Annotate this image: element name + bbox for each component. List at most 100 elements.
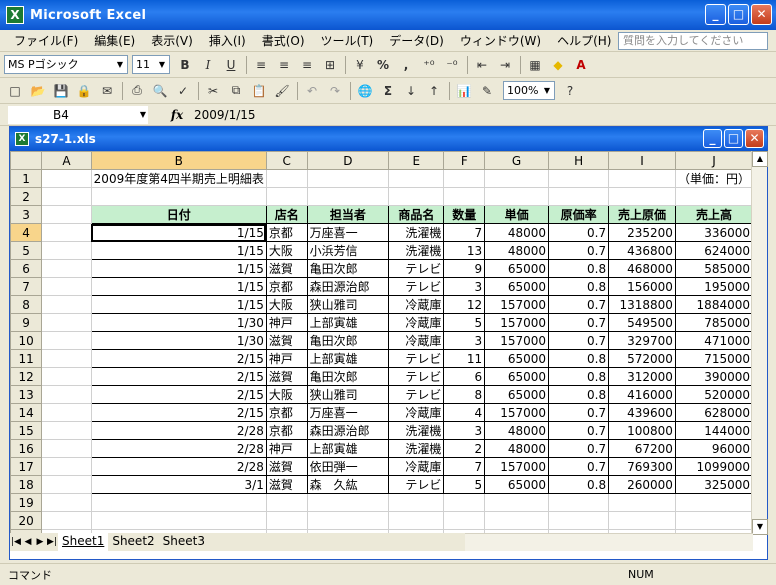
cell[interactable] <box>548 169 610 188</box>
font-color-icon[interactable]: A <box>570 54 592 76</box>
align-right-icon[interactable]: ≡ <box>296 54 318 76</box>
cell[interactable]: 2/15 <box>90 349 267 368</box>
row-header[interactable]: 17 <box>10 457 43 476</box>
cell[interactable]: テレビ <box>388 475 445 494</box>
row-header[interactable]: 20 <box>10 511 43 530</box>
cell[interactable]: 6 <box>443 367 486 386</box>
cell[interactable]: 京都 <box>265 403 308 422</box>
cell[interactable]: 森 久紘 <box>306 475 390 494</box>
cell[interactable]: 0.7 <box>548 241 610 260</box>
cell[interactable] <box>41 421 92 440</box>
column-header[interactable]: J <box>674 151 753 170</box>
row-header[interactable]: 5 <box>10 241 43 260</box>
cell[interactable] <box>41 313 92 332</box>
cell[interactable] <box>265 169 308 188</box>
cell[interactable]: 100800 <box>608 421 676 440</box>
cell[interactable]: 狭山雅司 <box>306 295 390 314</box>
menu-edit[interactable]: 編集(E) <box>86 31 143 51</box>
cell[interactable]: 0.7 <box>548 403 610 422</box>
cell[interactable]: 数量 <box>443 205 486 224</box>
cell[interactable] <box>41 259 92 278</box>
help-search-input[interactable]: 質問を入力してください <box>618 32 768 50</box>
cell[interactable] <box>41 403 92 422</box>
close-button[interactable]: ✕ <box>751 4 772 25</box>
cell[interactable]: 1/30 <box>90 331 267 350</box>
cell[interactable]: 157000 <box>484 313 550 332</box>
cell[interactable]: 上部寅雄 <box>306 313 390 332</box>
cell[interactable]: 48000 <box>484 421 550 440</box>
cell[interactable] <box>41 331 92 350</box>
cell[interactable] <box>306 493 390 512</box>
minimize-button[interactable]: _ <box>703 129 722 148</box>
cell[interactable]: 森田源治郎 <box>306 421 390 440</box>
sheet-tab-3[interactable]: Sheet3 <box>159 533 209 551</box>
cell[interactable]: 3 <box>443 421 486 440</box>
copy-icon[interactable]: ⧉ <box>225 80 247 102</box>
cell[interactable]: 0.8 <box>548 259 610 278</box>
increase-indent-icon[interactable]: ⇥ <box>494 54 516 76</box>
excel-icon[interactable]: X <box>6 6 24 24</box>
cell[interactable]: 2/15 <box>90 385 267 404</box>
cell[interactable]: 7 <box>443 457 486 476</box>
cell[interactable]: 1318800 <box>608 295 676 314</box>
scroll-down-icon[interactable]: ▼ <box>752 519 768 535</box>
cell[interactable]: 12 <box>443 295 486 314</box>
row-header[interactable]: 4 <box>10 223 43 242</box>
minimize-button[interactable]: _ <box>705 4 726 25</box>
autosum-button[interactable]: Σ <box>377 80 399 102</box>
cell[interactable]: 京都 <box>265 223 308 242</box>
cell[interactable]: 1/15 <box>90 295 267 314</box>
email-icon[interactable]: ✉ <box>96 80 118 102</box>
maximize-button[interactable]: □ <box>724 129 743 148</box>
hyperlink-icon[interactable]: 🌐 <box>354 80 376 102</box>
cell[interactable] <box>484 187 550 206</box>
column-header[interactable]: E <box>388 151 445 170</box>
row-header[interactable]: 11 <box>10 349 43 368</box>
drawing-icon[interactable]: ✎ <box>476 80 498 102</box>
cell[interactable]: 0.7 <box>548 439 610 458</box>
cell[interactable]: 1/15 <box>90 241 267 260</box>
cell[interactable]: 157000 <box>484 457 550 476</box>
permission-icon[interactable]: 🔒 <box>73 80 95 102</box>
cell[interactable]: 65000 <box>484 475 550 494</box>
cell[interactable]: 0.7 <box>548 331 610 350</box>
cell[interactable]: 万座喜一 <box>306 223 390 242</box>
row-header[interactable]: 9 <box>10 313 43 332</box>
row-header[interactable]: 10 <box>10 331 43 350</box>
undo-icon[interactable]: ↶ <box>301 80 323 102</box>
row-header[interactable]: 3 <box>10 205 43 224</box>
cell[interactable]: 京都 <box>265 277 308 296</box>
open-icon[interactable]: 📂 <box>27 80 49 102</box>
decrease-decimal-icon[interactable]: ⁻⁰ <box>441 54 463 76</box>
cell[interactable]: 0.8 <box>548 475 610 494</box>
cell[interactable] <box>90 187 267 206</box>
cell[interactable]: 5 <box>443 475 486 494</box>
scroll-up-icon[interactable]: ▲ <box>752 151 768 167</box>
cell[interactable]: 0.8 <box>548 367 610 386</box>
cell[interactable]: 森田源治郎 <box>306 277 390 296</box>
help-icon[interactable]: ? <box>559 80 581 102</box>
borders-icon[interactable]: ▦ <box>524 54 546 76</box>
cell[interactable]: 336000 <box>674 223 753 242</box>
cell[interactable]: 2 <box>443 439 486 458</box>
cell[interactable]: 滋賀 <box>265 475 308 494</box>
cell[interactable] <box>484 511 550 530</box>
cell[interactable]: 715000 <box>674 349 753 368</box>
cell[interactable]: 471000 <box>674 331 753 350</box>
align-center-icon[interactable]: ≡ <box>273 54 295 76</box>
menu-help[interactable]: ヘルプ(H) <box>549 31 619 51</box>
row-header[interactable]: 19 <box>10 493 43 512</box>
cell[interactable]: 2/15 <box>90 403 267 422</box>
cell[interactable]: テレビ <box>388 349 445 368</box>
cell[interactable]: 冷蔵庫 <box>388 331 445 350</box>
cell[interactable]: 312000 <box>608 367 676 386</box>
cell[interactable] <box>90 493 267 512</box>
cell[interactable]: 11 <box>443 349 486 368</box>
cell[interactable]: 468000 <box>608 259 676 278</box>
cell[interactable] <box>608 493 676 512</box>
menu-tools[interactable]: ツール(T) <box>313 31 382 51</box>
column-header[interactable]: G <box>484 151 550 170</box>
cell[interactable]: 157000 <box>484 331 550 350</box>
cell[interactable] <box>90 511 267 530</box>
cell[interactable] <box>41 295 92 314</box>
